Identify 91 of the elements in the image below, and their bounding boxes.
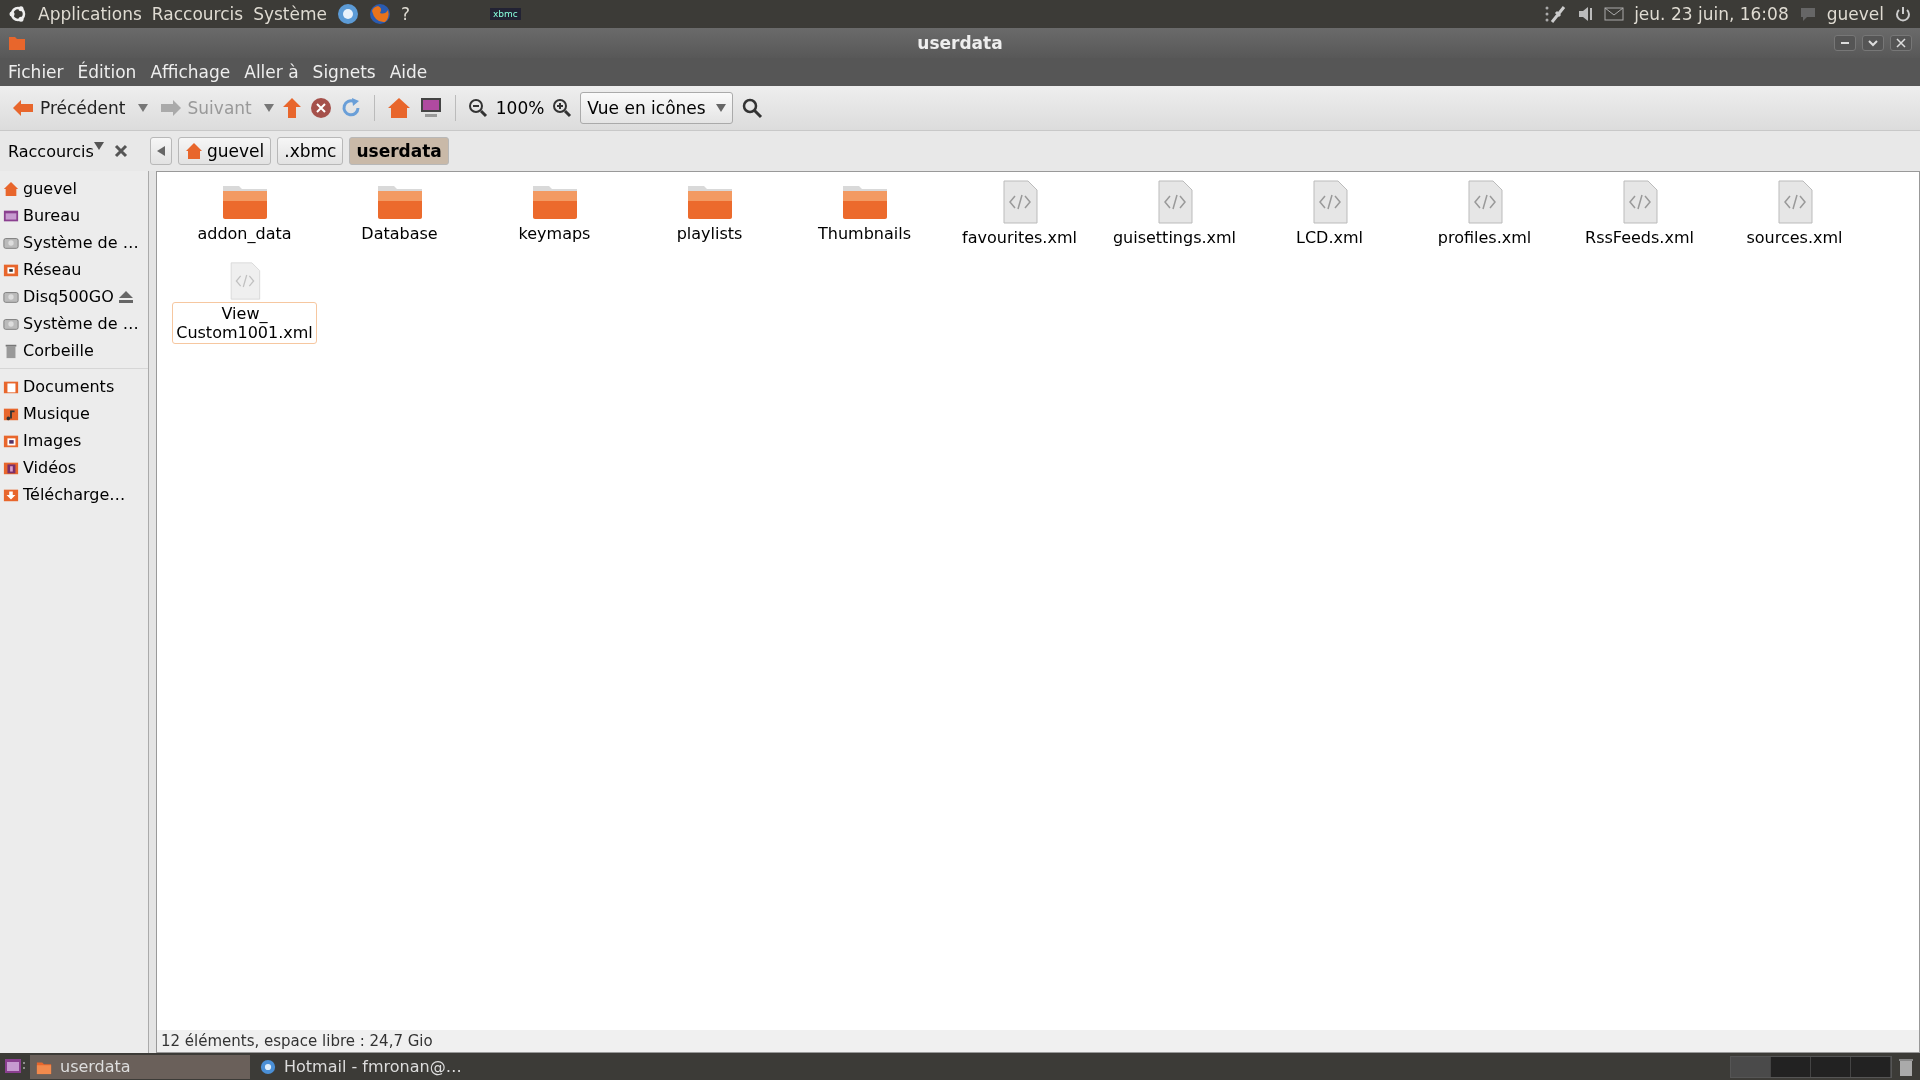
browser-icon[interactable] xyxy=(337,3,359,25)
sidebar-item[interactable]: Disq500GO xyxy=(23,287,114,306)
chevron-down-icon xyxy=(1868,38,1878,48)
close-button[interactable] xyxy=(1890,35,1912,51)
taskbar-button[interactable]: Hotmail - fmronan@… xyxy=(254,1054,474,1079)
user-name[interactable]: guevel xyxy=(1826,4,1884,24)
sidebar-item[interactable]: guevel xyxy=(23,179,77,198)
menu-item[interactable]: Aller à xyxy=(244,62,299,82)
close-icon xyxy=(1896,38,1906,48)
window-title: userdata xyxy=(917,33,1003,53)
back-button[interactable]: Précédent xyxy=(8,96,130,120)
trash-icon[interactable] xyxy=(1896,1056,1916,1077)
globe-icon xyxy=(260,1058,276,1075)
firefox-icon[interactable] xyxy=(369,3,391,25)
mail-icon[interactable] xyxy=(1604,6,1625,22)
xml-file-icon[interactable] xyxy=(1000,180,1039,224)
dropdown-caret-icon xyxy=(93,141,104,150)
home-icon[interactable] xyxy=(386,97,411,119)
sidebar-item[interactable]: Système de … xyxy=(23,233,139,252)
file-name[interactable]: LCD.xml xyxy=(1292,226,1367,249)
panel-menu[interactable]: Raccourcis xyxy=(151,4,244,24)
computer-icon[interactable] xyxy=(418,97,443,119)
file-name[interactable]: keymaps xyxy=(514,222,595,245)
file-name[interactable]: favourites.xml xyxy=(958,226,1081,249)
zoom-level: 100% xyxy=(495,98,545,118)
sidebar-item[interactable]: Vidéos xyxy=(23,458,77,477)
file-name[interactable]: playlists xyxy=(672,222,747,245)
workspace-switcher[interactable] xyxy=(1730,1055,1892,1078)
zoom-in-icon[interactable] xyxy=(552,98,573,118)
path-back-button[interactable] xyxy=(150,137,172,165)
triangle-left-icon xyxy=(157,146,165,156)
minimize-button[interactable] xyxy=(1834,35,1856,51)
sidebar-item[interactable]: Musique xyxy=(23,404,90,423)
file-name[interactable]: RssFeeds.xml xyxy=(1581,226,1698,249)
file-name[interactable]: Thumbnails xyxy=(814,222,915,245)
dropdown-caret-icon[interactable] xyxy=(263,104,274,112)
sidebar-item[interactable]: Documents xyxy=(23,377,115,396)
menu-item[interactable]: Aide xyxy=(389,62,428,82)
home-icon xyxy=(185,142,203,160)
arrow-up-icon[interactable] xyxy=(281,97,302,119)
view-dropdown[interactable]: Vue en icônes xyxy=(580,92,733,124)
dropdown-caret-icon[interactable] xyxy=(137,104,148,112)
xml-file-icon[interactable] xyxy=(1775,180,1814,224)
folder-icon xyxy=(8,35,26,51)
arrow-right-icon xyxy=(159,99,182,117)
sidebar-item[interactable]: Corbeille xyxy=(23,341,94,360)
menu-item[interactable]: Signets xyxy=(312,62,376,82)
panel-menu[interactable]: Système xyxy=(253,4,327,24)
file-name[interactable]: guisettings.xml xyxy=(1108,226,1241,249)
sidebar-item[interactable]: Réseau xyxy=(23,260,82,279)
pane-resize-handle[interactable] xyxy=(149,171,156,1053)
panel-menu[interactable]: Applications xyxy=(38,4,142,24)
file-name[interactable]: Database xyxy=(357,222,442,245)
status-bar: 12 éléments, espace libre : 24,7 Gio xyxy=(157,1030,1919,1052)
power-icon[interactable] xyxy=(1894,5,1912,23)
ubuntu-logo-icon[interactable] xyxy=(8,4,28,24)
menu-item[interactable]: Édition xyxy=(77,62,137,82)
arrow-left-icon xyxy=(12,99,34,117)
stop-icon[interactable] xyxy=(309,97,332,119)
home-icon xyxy=(3,180,19,197)
path-button[interactable]: guevel xyxy=(178,137,272,165)
xml-file-icon[interactable] xyxy=(1310,180,1349,224)
maximize-button[interactable] xyxy=(1862,35,1884,51)
dropdown-caret-icon xyxy=(715,103,726,112)
file-name[interactable]: addon_data xyxy=(193,222,296,245)
clock[interactable]: jeu. 23 juin, 16:08 xyxy=(1634,4,1789,24)
sidebar-item[interactable]: Système de … xyxy=(23,314,139,333)
file-name[interactable]: sources.xml xyxy=(1742,226,1847,249)
sidebar-selector[interactable]: Raccourcis xyxy=(8,141,108,161)
menu-item[interactable]: Fichier xyxy=(8,62,64,82)
eject-icon[interactable] xyxy=(117,289,134,304)
search-icon[interactable] xyxy=(740,97,763,119)
close-icon[interactable] xyxy=(114,144,128,158)
help-icon[interactable]: ? xyxy=(401,4,410,24)
sidebar-item[interactable]: Images xyxy=(23,431,82,450)
xbmc-logo[interactable]: xbmc xyxy=(490,8,521,20)
path-button[interactable]: userdata xyxy=(349,137,449,165)
taskbar-button[interactable]: userdata xyxy=(30,1054,250,1079)
trash-icon xyxy=(3,342,19,359)
xml-file-icon[interactable] xyxy=(1620,180,1659,224)
zoom-out-icon[interactable] xyxy=(467,98,488,118)
sidebar-item[interactable]: Bureau xyxy=(23,206,81,225)
file-name[interactable]: View_ Custom1001.xml xyxy=(172,302,317,344)
file-name[interactable]: profiles.xml xyxy=(1433,226,1536,249)
volume-icon[interactable] xyxy=(1578,5,1595,23)
chat-bubble-icon[interactable] xyxy=(1798,6,1817,22)
menu-item[interactable]: Affichage xyxy=(150,62,231,82)
path-button[interactable]: .xbmc xyxy=(277,137,344,165)
xml-file-icon[interactable] xyxy=(1465,180,1504,224)
xml-file-icon[interactable] xyxy=(1155,180,1194,224)
sidebar-item[interactable]: Télécharge… xyxy=(23,485,126,504)
